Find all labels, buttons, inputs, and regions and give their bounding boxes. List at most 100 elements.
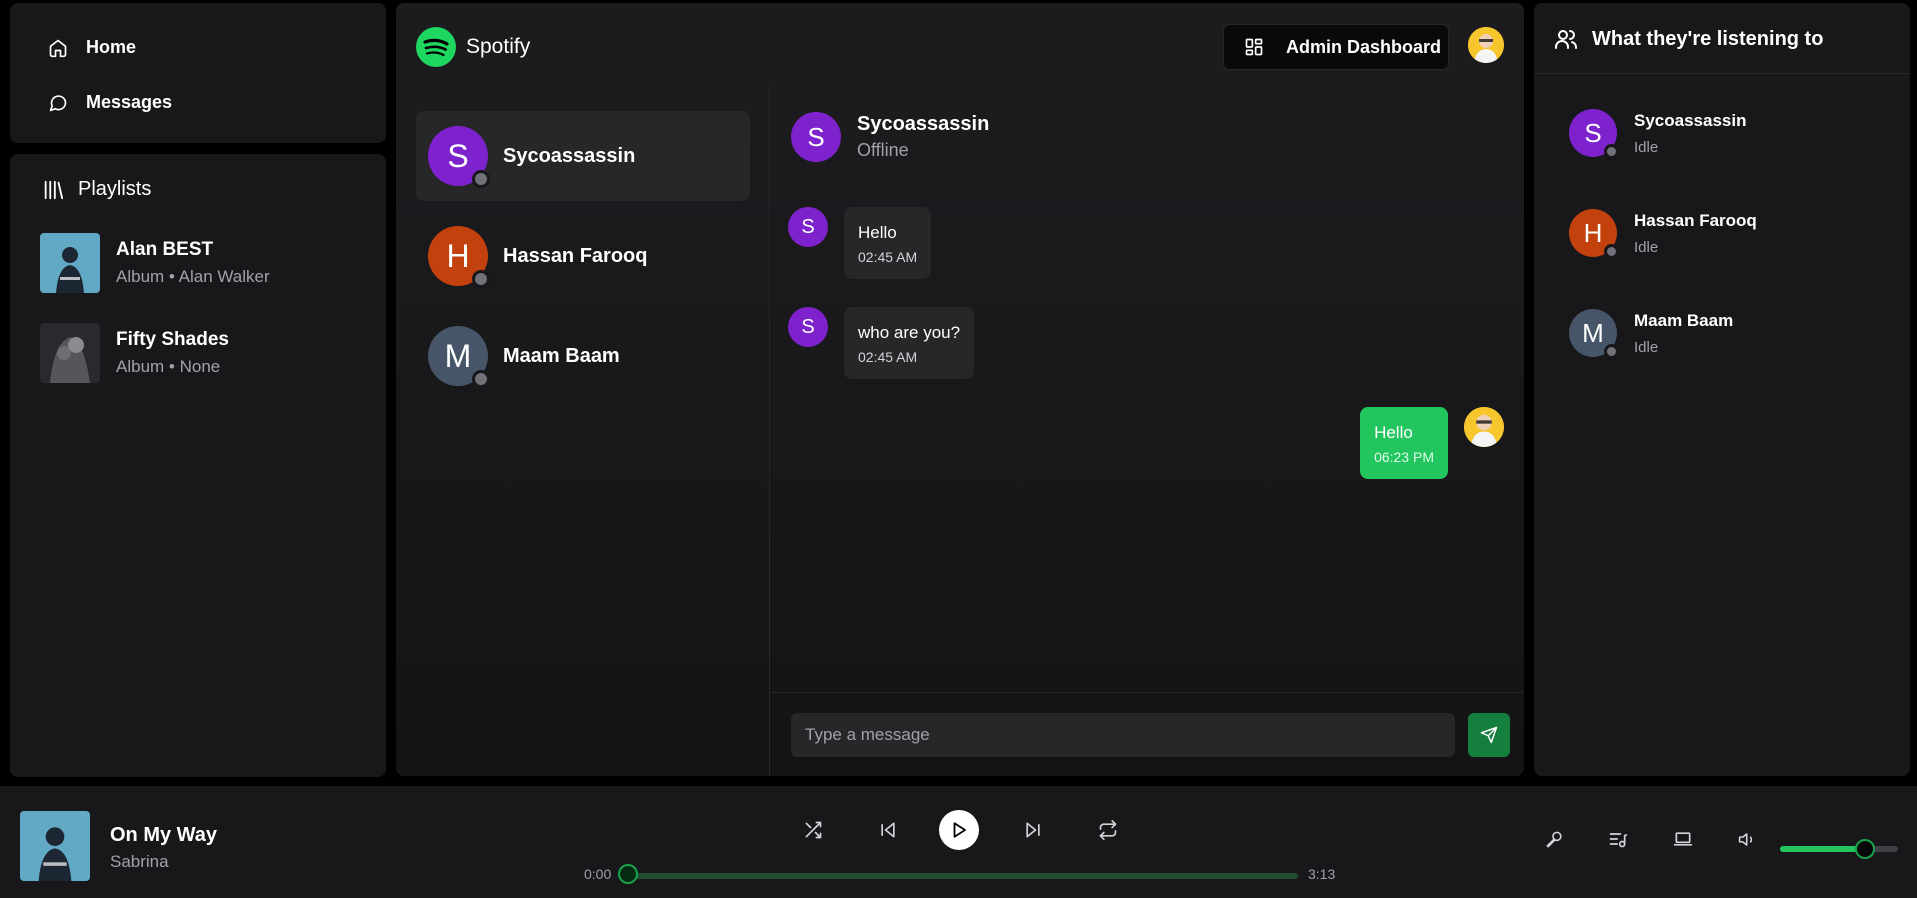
avatar: M: [428, 326, 490, 388]
spotify-logo-icon: [416, 27, 456, 67]
user-row[interactable]: M Maam Baam: [416, 311, 750, 401]
playlist-subtitle: Album • None: [116, 357, 221, 376]
friends-activity-panel: What they're listening to S Sycoassassin…: [1534, 3, 1910, 776]
user-row[interactable]: S Sycoassassin: [416, 111, 750, 201]
playlist-item[interactable]: Fifty Shades Album • None: [40, 323, 229, 383]
repeat-button[interactable]: [1090, 812, 1126, 848]
avatar-initial: S: [801, 315, 815, 338]
now-playing-artist[interactable]: Sabrina: [110, 852, 169, 872]
friend-status: Idle: [1634, 138, 1659, 156]
nav-panel: Home Messages: [10, 3, 386, 143]
message-input[interactable]: [791, 713, 1455, 757]
message-bubble: Hello 02:45 AM: [844, 207, 932, 279]
friend-name: Maam Baam: [1634, 310, 1734, 330]
nav-messages-label: Messages: [86, 92, 173, 112]
lyrics-button[interactable]: [1539, 824, 1569, 854]
previous-button[interactable]: [870, 812, 906, 848]
friend-item[interactable]: S Sycoassassin Idle: [1569, 109, 1746, 159]
send-button[interactable]: [1468, 713, 1510, 757]
status-dot: [1604, 144, 1619, 159]
avatar: S: [788, 307, 828, 347]
admin-dashboard-button[interactable]: Admin Dashboard: [1223, 24, 1449, 70]
message-time: 02:45 AM: [858, 249, 918, 265]
playlists-heading: Playlists: [42, 178, 151, 201]
chat-panel: S Sycoassassin Offline S Hello 02:45 AM …: [771, 87, 1524, 776]
friends-title: What they're listening to: [1592, 27, 1824, 50]
library-icon: [44, 180, 64, 199]
divider: [1534, 73, 1910, 74]
play-button[interactable]: [939, 810, 979, 850]
avatar: S: [788, 207, 828, 247]
next-button[interactable]: [1015, 812, 1051, 848]
avatar-initial: H: [1583, 217, 1603, 248]
main-panel: Spotify Admin Dashboard S Sycoassassin H: [396, 3, 1524, 776]
send-icon: [1480, 726, 1498, 744]
nav-home[interactable]: Home: [48, 37, 136, 58]
message-bubble: who are you? 02:45 AM: [844, 307, 975, 379]
status-dot: [1604, 344, 1619, 359]
playlists-panel: Playlists Alan BEST Album • Alan Walker …: [10, 154, 386, 777]
chat-area: S Sycoassassin H Hassan Farooq M Maam Ba…: [396, 87, 1524, 776]
shuffle-icon: [805, 821, 822, 839]
status-dot: [472, 270, 490, 288]
avatar-initial: S: [801, 215, 815, 238]
avatar: S: [791, 112, 841, 162]
home-icon: [49, 39, 67, 57]
user-name: Maam Baam: [503, 344, 620, 367]
admin-dashboard-label: Admin Dashboard: [1286, 36, 1442, 57]
status-dot: [1604, 244, 1619, 259]
playlist-title: Fifty Shades: [116, 329, 229, 350]
logo-text: Spotify: [466, 35, 531, 58]
skip-forward-icon: [1026, 822, 1040, 838]
friend-item[interactable]: H Hassan Farooq Idle: [1569, 209, 1757, 259]
message-text: Hello: [858, 223, 897, 242]
user-row[interactable]: H Hassan Farooq: [416, 211, 750, 301]
queue-button[interactable]: [1603, 824, 1633, 854]
volume-icon: [1738, 832, 1752, 846]
total-time: 3:13: [1308, 866, 1336, 882]
volume-slider[interactable]: [1780, 846, 1898, 852]
friend-status: Idle: [1634, 338, 1659, 356]
chat-user-status: Offline: [857, 140, 909, 160]
nav-home-label: Home: [86, 37, 137, 57]
chat-input-bar: [771, 692, 1524, 776]
avatar-initial: M: [1582, 317, 1604, 348]
mute-button[interactable]: [1732, 824, 1762, 854]
playback-bar: On My Way Sabrina 0:00 3:13: [0, 786, 1917, 898]
nav-messages[interactable]: Messages: [48, 92, 172, 113]
friend-status: Idle: [1634, 238, 1659, 256]
chat-user-name: Sycoassassin: [857, 113, 990, 135]
message-time: 06:23 PM: [1374, 449, 1434, 465]
playlist-cover: [40, 323, 100, 383]
shuffle-button[interactable]: [795, 812, 831, 848]
avatar: S: [428, 126, 490, 188]
avatar: H: [428, 226, 490, 288]
current-time: 0:00: [584, 866, 612, 882]
now-playing-title[interactable]: On My Way: [110, 824, 217, 847]
logo[interactable]: Spotify: [416, 27, 530, 67]
message: S Hello 02:45 AM: [788, 207, 932, 279]
message-own: Hello 06:23 PM: [1360, 407, 1504, 479]
avatar-initial: S: [447, 137, 469, 174]
skip-back-icon: [881, 822, 895, 838]
play-icon: [953, 822, 966, 838]
user-name: Hassan Farooq: [503, 244, 648, 267]
playlist-subtitle: Album • Alan Walker: [116, 267, 270, 286]
avatar-initial: H: [446, 237, 470, 274]
avatar: M: [1569, 309, 1619, 359]
playlist-item[interactable]: Alan BEST Album • Alan Walker: [40, 233, 270, 293]
friend-item[interactable]: M Maam Baam Idle: [1569, 309, 1734, 359]
volume-handle[interactable]: [1854, 839, 1875, 859]
message-circle-icon: [49, 94, 67, 111]
avatar-initial: S: [1584, 117, 1602, 148]
avatar: S: [1569, 109, 1619, 159]
avatar-initial: S: [807, 121, 825, 152]
device-button[interactable]: [1668, 824, 1698, 854]
user-avatar[interactable]: [1468, 27, 1504, 63]
message: S who are you? 02:45 AM: [788, 307, 975, 379]
progress-handle[interactable]: [618, 864, 638, 884]
users-list: S Sycoassassin H Hassan Farooq M Maam Ba…: [396, 87, 770, 776]
progress-bar[interactable]: [628, 873, 1298, 879]
chat-header: S Sycoassassin Offline: [791, 112, 989, 162]
playlist-cover: [40, 233, 100, 293]
